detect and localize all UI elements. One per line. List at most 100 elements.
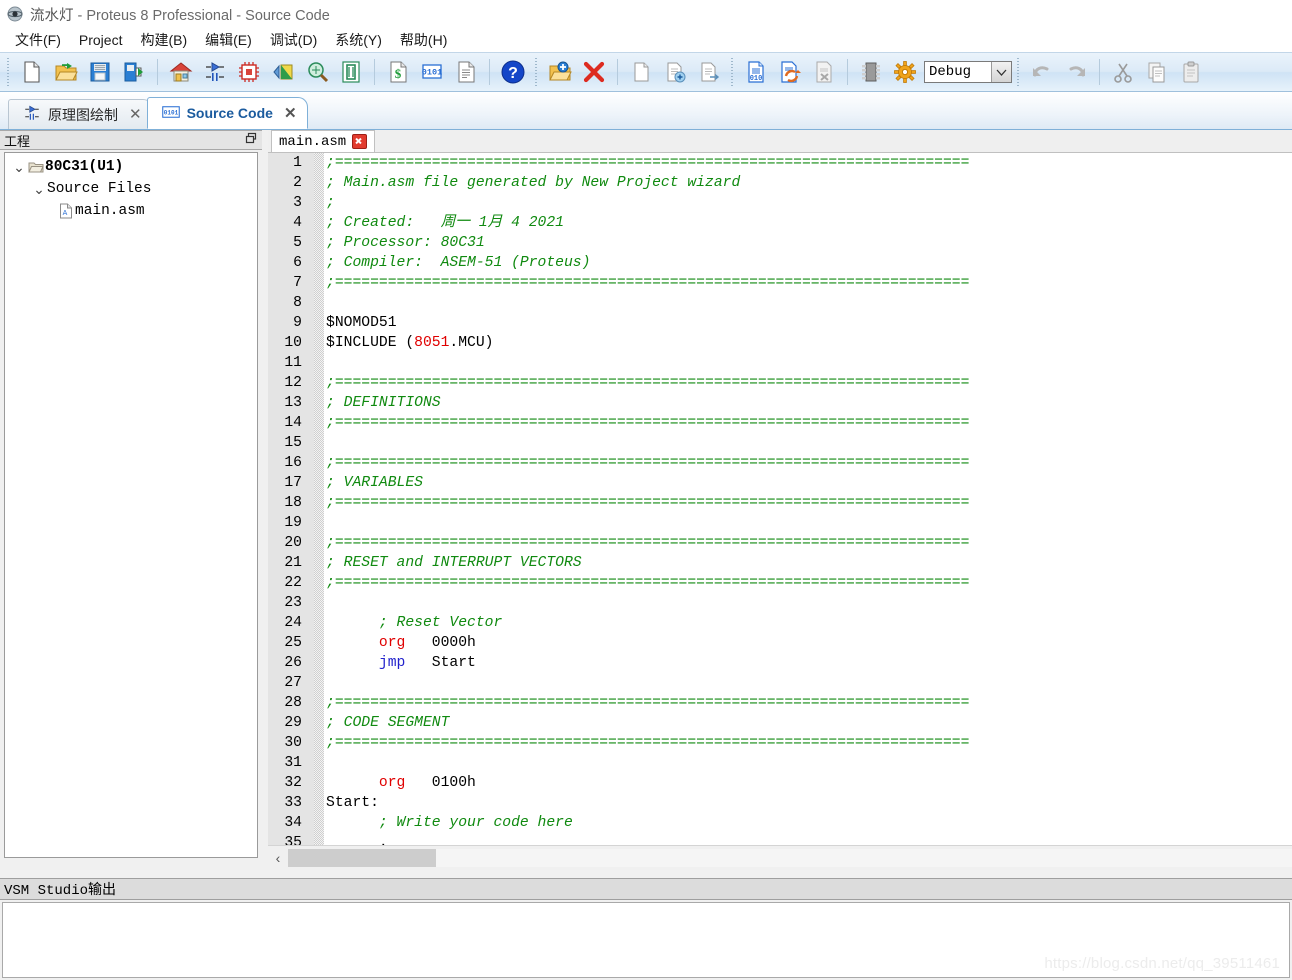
code-line-text[interactable]: ; RESET and INTERRUPT VECTORS bbox=[308, 553, 1292, 573]
code-line-text[interactable]: ; Created: 周一 1月 4 2021 bbox=[308, 213, 1292, 233]
scrollbar-track[interactable] bbox=[288, 849, 1292, 867]
code-line-text[interactable]: ;=======================================… bbox=[308, 453, 1292, 473]
code-line-text[interactable]: ;=======================================… bbox=[308, 273, 1292, 293]
add-source-icon[interactable] bbox=[658, 55, 692, 89]
line-number: 27 bbox=[284, 675, 302, 691]
code-token: ; Reset Vector bbox=[326, 615, 503, 631]
code-line-text[interactable]: ; VARIABLES bbox=[308, 473, 1292, 493]
chevron-down-icon[interactable]: ⌄ bbox=[31, 181, 47, 198]
save-icon[interactable] bbox=[83, 55, 117, 89]
code-line-text[interactable]: $NOMOD51 bbox=[308, 313, 1292, 333]
dollar-icon[interactable]: $ bbox=[381, 55, 415, 89]
build-project-icon[interactable]: 010 bbox=[739, 55, 773, 89]
code-line: 12 ;=====================================… bbox=[268, 373, 1292, 393]
code-editor-surface[interactable]: 1 ;======================================… bbox=[268, 153, 1292, 846]
pcb-layout-icon[interactable] bbox=[232, 55, 266, 89]
source-code-icon[interactable]: 0101 bbox=[415, 55, 449, 89]
close-document-icon[interactable] bbox=[352, 134, 368, 149]
code-line-text[interactable]: ; CODE SEGMENT bbox=[308, 713, 1292, 733]
undo-icon[interactable] bbox=[1025, 55, 1059, 89]
tree-item-main-asm[interactable]: A main.asm bbox=[5, 200, 257, 222]
scroll-left-arrow-icon[interactable]: ‹ bbox=[268, 847, 288, 869]
code-line-text[interactable]: ;=======================================… bbox=[308, 493, 1292, 513]
toolbar-grip-4[interactable] bbox=[1015, 58, 1022, 86]
chevron-down-icon[interactable] bbox=[991, 62, 1011, 82]
export-source-icon[interactable] bbox=[692, 55, 726, 89]
code-line-text[interactable]: ;=======================================… bbox=[308, 533, 1292, 553]
code-line-text[interactable]: ; Reset Vector bbox=[308, 613, 1292, 633]
code-token: org bbox=[378, 775, 406, 791]
schematic-capture-icon[interactable] bbox=[198, 55, 232, 89]
editor-horizontal-scrollbar[interactable]: ‹ bbox=[268, 845, 1292, 870]
tab-schematic-capture[interactable]: 原理图绘制 ✕ bbox=[8, 99, 153, 129]
redo-icon[interactable] bbox=[1059, 55, 1093, 89]
new-file-icon[interactable] bbox=[15, 55, 49, 89]
design-explorer-icon[interactable] bbox=[300, 55, 334, 89]
chevron-down-icon[interactable]: ⌄ bbox=[11, 159, 27, 176]
project-tree[interactable]: ⌄ 80C31(U1) ⌄ Source Files A main.asm bbox=[4, 152, 258, 858]
menu-system[interactable]: 系统(Y) bbox=[326, 28, 391, 52]
code-line-text[interactable]: jmp Start bbox=[308, 653, 1292, 673]
scrollbar-thumb[interactable] bbox=[288, 849, 436, 867]
code-line-text[interactable]: ; bbox=[308, 193, 1292, 213]
remove-files-icon[interactable] bbox=[577, 55, 611, 89]
code-line: 5 ; Processor: 80C31 bbox=[268, 233, 1292, 253]
close-icon[interactable]: ✕ bbox=[284, 106, 297, 121]
3d-visualizer-icon[interactable] bbox=[266, 55, 300, 89]
chip-icon[interactable] bbox=[854, 55, 888, 89]
code-line-text[interactable]: ; Processor: 80C31 bbox=[308, 233, 1292, 253]
report-icon[interactable] bbox=[449, 55, 483, 89]
toolbar-grip[interactable] bbox=[5, 58, 12, 86]
help-icon[interactable]: ? bbox=[496, 55, 530, 89]
code-line-text[interactable]: org 0000h bbox=[308, 633, 1292, 653]
tree-item-source-files[interactable]: ⌄ Source Files bbox=[5, 178, 257, 200]
document-tab-main-asm[interactable]: main.asm bbox=[271, 130, 376, 152]
clean-project-icon[interactable] bbox=[807, 55, 841, 89]
code-line: 18 ;=====================================… bbox=[268, 493, 1292, 513]
restore-window-icon[interactable] bbox=[245, 132, 258, 148]
code-line-text[interactable]: ;=======================================… bbox=[308, 413, 1292, 433]
rebuild-project-icon[interactable] bbox=[773, 55, 807, 89]
code-line-text[interactable]: ; Main.asm file generated by New Project… bbox=[308, 173, 1292, 193]
code-line-text[interactable]: ;=======================================… bbox=[308, 373, 1292, 393]
line-number: 10 bbox=[284, 335, 302, 351]
menu-help[interactable]: 帮助(H) bbox=[391, 28, 456, 52]
code-line-text[interactable]: Start: bbox=[308, 793, 1292, 813]
menu-edit[interactable]: 编辑(E) bbox=[196, 28, 261, 52]
menu-project[interactable]: Project bbox=[70, 30, 132, 50]
add-files-icon[interactable] bbox=[543, 55, 577, 89]
close-icon[interactable]: ✕ bbox=[129, 107, 142, 122]
new-source-icon[interactable] bbox=[624, 55, 658, 89]
code-line-text[interactable]: ;=======================================… bbox=[308, 693, 1292, 713]
tab-source-code[interactable]: 0101 Source Code ✕ bbox=[146, 97, 308, 129]
save-exit-icon[interactable] bbox=[117, 55, 151, 89]
code-line: 8 bbox=[268, 293, 1292, 313]
cut-icon[interactable] bbox=[1106, 55, 1140, 89]
tree-item-80c31[interactable]: ⌄ 80C31(U1) bbox=[5, 156, 257, 178]
paste-icon[interactable] bbox=[1174, 55, 1208, 89]
code-line: 2 ; Main.asm file generated by New Projec… bbox=[268, 173, 1292, 193]
menu-build[interactable]: 构建(B) bbox=[131, 28, 196, 52]
code-line-text[interactable]: $INCLUDE (8051.MCU) bbox=[308, 333, 1292, 353]
code-lines[interactable]: 1 ;======================================… bbox=[268, 153, 1292, 846]
toolbar-grip-3[interactable] bbox=[729, 58, 736, 86]
menu-file[interactable]: 文件(F) bbox=[6, 28, 70, 52]
copy-icon[interactable] bbox=[1140, 55, 1174, 89]
code-line-text[interactable]: ;=======================================… bbox=[308, 733, 1292, 753]
toolbar-grip-2[interactable] bbox=[533, 58, 540, 86]
project-settings-icon[interactable] bbox=[888, 55, 922, 89]
code-line-text[interactable]: org 0100h bbox=[308, 773, 1292, 793]
code-line-text[interactable]: ; DEFINITIONS bbox=[308, 393, 1292, 413]
code-line-text[interactable]: ;=======================================… bbox=[308, 573, 1292, 593]
menu-debug[interactable]: 调试(D) bbox=[261, 28, 326, 52]
build-configuration-select[interactable]: Debug bbox=[924, 61, 1012, 83]
tree-item-source-files-label: Source Files bbox=[47, 181, 152, 197]
home-icon[interactable] bbox=[164, 55, 198, 89]
code-line: 3; bbox=[268, 193, 1292, 213]
code-line-text[interactable]: ; Write your code here bbox=[308, 813, 1292, 833]
bill-of-materials-icon[interactable] bbox=[334, 55, 368, 89]
code-line-text[interactable]: ;=======================================… bbox=[308, 153, 1292, 173]
code-line-text[interactable]: ; Compiler: ASEM-51 (Proteus) bbox=[308, 253, 1292, 273]
open-folder-icon[interactable] bbox=[49, 55, 83, 89]
code-token: ;=======================================… bbox=[326, 455, 970, 471]
